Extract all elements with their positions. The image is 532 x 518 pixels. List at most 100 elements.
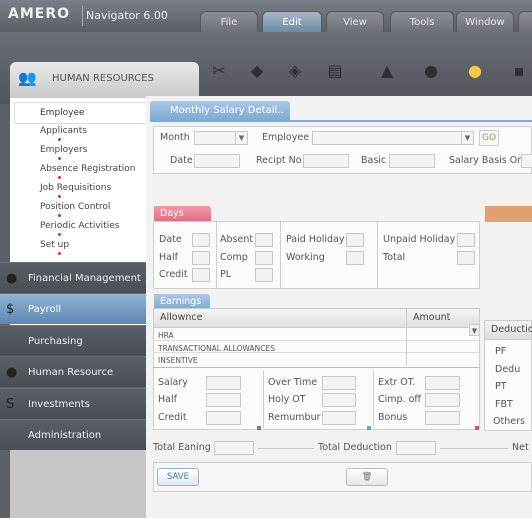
module-purchasing[interactable]: Purchasing: [0, 325, 146, 356]
deduction-pt[interactable]: PT: [495, 381, 507, 392]
module-label: Administration: [28, 430, 102, 441]
submenu-absence-registration[interactable]: Absence Registration: [40, 164, 135, 174]
deduction-fbt[interactable]: FBT: [495, 399, 513, 410]
row-divider: [153, 340, 480, 341]
hr-module-header[interactable]: 👥 HUMAN RESOURCES: [10, 62, 199, 98]
days-unpaid-holiday-field[interactable]: [457, 233, 475, 247]
month-select[interactable]: ▼: [194, 131, 248, 145]
tab-window[interactable]: Window: [456, 11, 514, 32]
bullet-icon: [58, 176, 61, 179]
tab-view[interactable]: View: [326, 11, 384, 32]
deduction-dedu[interactable]: Dedu: [495, 364, 520, 375]
days-pl-label: PL: [220, 269, 232, 280]
days-total-label: Total: [383, 252, 406, 263]
salary-label: Salary: [158, 377, 188, 388]
sidebar-footer: [10, 450, 146, 518]
allowance-row-transactional[interactable]: TRANSACTIONAL ALLOWANCES: [158, 344, 275, 353]
submenu-position-control[interactable]: Position Control: [40, 202, 110, 212]
submenu-employers[interactable]: Employers: [40, 145, 87, 155]
totals-divider: [440, 448, 508, 449]
days-credit-field[interactable]: [192, 268, 210, 282]
module-human-resource[interactable]: ● Human Resource: [0, 356, 146, 387]
deduction-column-header[interactable]: Deduction: [484, 320, 532, 340]
submenu-job-requisitions[interactable]: Job Requisitions: [40, 183, 111, 193]
bullet-icon: [58, 157, 61, 160]
submenu-periodic-activities[interactable]: Periodic Activities: [40, 221, 119, 231]
tab-file[interactable]: File: [200, 11, 258, 32]
tab-tools[interactable]: Tools: [390, 11, 454, 32]
title-underline: [150, 120, 532, 122]
chevron-down-icon: ▼: [235, 132, 247, 144]
over-time-field[interactable]: [322, 376, 356, 390]
remumbur-field[interactable]: [322, 411, 356, 425]
total-earning-field[interactable]: [214, 441, 254, 455]
extr-ot-field[interactable]: [425, 376, 460, 390]
bullet-icon: [58, 214, 61, 217]
cimp-off-field[interactable]: [425, 393, 460, 407]
delete-button[interactable]: 🗑: [346, 468, 388, 486]
employee-label: Employee: [262, 132, 310, 143]
module-administration[interactable]: Administration: [0, 419, 146, 450]
module-financial-management[interactable]: ● Financial Management: [0, 262, 146, 293]
divider: [263, 370, 264, 428]
blue-marker-icon: [367, 426, 371, 430]
bonus-field[interactable]: [425, 411, 460, 425]
salary-basis-label: Salary Basis On: [449, 155, 524, 166]
lightbulb-icon[interactable]: ●: [462, 58, 488, 84]
half-label: Half: [158, 394, 177, 405]
net-salary-label: Net S: [512, 442, 532, 453]
chat-icon[interactable]: ▪: [506, 58, 532, 84]
credit-field[interactable]: [206, 411, 241, 425]
basic-field[interactable]: [389, 154, 435, 168]
submenu-applicants[interactable]: Applicants: [40, 126, 87, 136]
days-half-field[interactable]: [192, 251, 210, 265]
total-earning-label: Total Eaning: [153, 442, 211, 453]
submenu-set-up[interactable]: Set up: [40, 240, 69, 250]
grid-dropdown-arrow[interactable]: ▼: [469, 324, 480, 336]
graduation-cap-icon[interactable]: ▲: [374, 58, 400, 84]
employee-select[interactable]: ▼: [312, 131, 474, 145]
days-comp-field[interactable]: [255, 251, 273, 265]
date-field[interactable]: [194, 154, 240, 168]
tags-icon[interactable]: ◈: [282, 58, 308, 84]
payroll-icon: $: [6, 302, 15, 317]
salary-field[interactable]: [206, 376, 241, 390]
allowance-row-hra[interactable]: HRA: [158, 331, 174, 340]
allowance-column-header[interactable]: Allownce: [153, 308, 407, 328]
logo-separator: [82, 6, 83, 26]
allowance-row-insentive[interactable]: INSENTIVE: [158, 356, 198, 365]
tab-overflow[interactable]: [518, 11, 532, 32]
submenu-employee[interactable]: Employee: [14, 102, 155, 124]
days-unpaid-holiday-label: Unpaid Holiday: [383, 234, 456, 245]
days-pl-field[interactable]: [255, 268, 273, 282]
total-deduction-field[interactable]: [396, 441, 436, 455]
salary-basis-field[interactable]: [521, 154, 532, 168]
green-marker-icon: [257, 426, 261, 430]
person-icon[interactable]: ●: [418, 58, 444, 84]
save-button[interactable]: SAVE: [157, 468, 199, 486]
go-button[interactable]: GO: [479, 130, 499, 146]
totals-divider: [258, 448, 314, 449]
module-label: Investments: [28, 399, 90, 410]
date-label: Date: [170, 155, 193, 166]
module-payroll[interactable]: $ Payroll: [0, 293, 146, 324]
days-absent-field[interactable]: [255, 233, 273, 247]
days-total-field[interactable]: [457, 251, 475, 265]
scissors-icon[interactable]: ✂: [206, 58, 232, 84]
module-investments[interactable]: S Investments: [0, 388, 146, 419]
layers-icon[interactable]: ◆: [244, 58, 270, 84]
half-field[interactable]: [206, 393, 241, 407]
recipt-no-field[interactable]: [303, 154, 349, 168]
days-paid-holiday-field[interactable]: [346, 233, 364, 247]
holy-ot-field[interactable]: [322, 393, 356, 407]
app-logo: AMERO: [8, 6, 71, 22]
over-time-label: Over Time: [268, 377, 318, 388]
book-icon[interactable]: ▤: [322, 58, 348, 84]
tab-edit[interactable]: Edit: [262, 11, 322, 32]
month-label: Month: [160, 132, 190, 143]
bonus-label: Bonus: [378, 412, 408, 423]
days-working-field[interactable]: [346, 251, 364, 265]
deduction-pf[interactable]: PF: [495, 346, 506, 357]
deduction-others[interactable]: Others: [493, 416, 525, 427]
days-date-field[interactable]: [192, 233, 210, 247]
